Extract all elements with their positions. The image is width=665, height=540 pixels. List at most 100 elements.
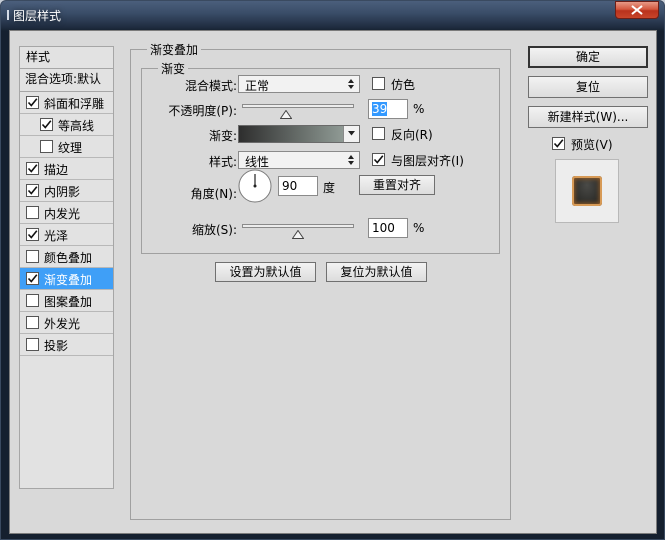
gradient-swatch[interactable] (239, 126, 343, 142)
gradient-dropdown-button[interactable] (343, 126, 359, 142)
effect-label: 光泽 (44, 229, 69, 243)
effect-item[interactable]: 纹理 (20, 136, 113, 158)
opacity-label: 不透明度(P): (168, 104, 237, 118)
blend-mode-label: 混合模式: (184, 79, 237, 93)
reset-alignment-button[interactable]: 重置对齐 (359, 175, 435, 195)
effect-checkbox[interactable] (26, 162, 39, 175)
scale-slider-thumb[interactable] (292, 230, 304, 239)
style-label: 样式: (208, 155, 237, 169)
effect-item[interactable]: 投影 (20, 334, 113, 356)
opacity-input[interactable]: 39 (368, 99, 408, 119)
effect-checkbox[interactable] (40, 140, 53, 153)
effect-label: 颜色叠加 (44, 251, 93, 265)
check-icon (27, 164, 38, 173)
section-title: 渐变叠加 (147, 41, 202, 58)
effect-item[interactable]: 颜色叠加 (20, 246, 113, 268)
app-icon (7, 10, 9, 20)
preview-checkbox[interactable] (552, 137, 565, 150)
dialog-body: 样式 混合选项:默认 斜面和浮雕 等高线 纹理 描边 内阴影 内发光 光泽 颜色叠加 渐变叠加图… (9, 30, 657, 534)
preview-box (555, 159, 619, 223)
opacity-slider[interactable] (242, 104, 354, 108)
effect-checkbox[interactable] (26, 228, 39, 241)
preview-label: 预览(V) (571, 138, 613, 152)
blend-options-label: 混合选项:默认 (25, 72, 102, 86)
reverse-label: 反向(R) (391, 128, 433, 142)
reset-to-default-button[interactable]: 复位为默认值 (326, 262, 427, 282)
angle-input[interactable]: 90 (278, 176, 318, 196)
effect-checkbox[interactable] (26, 184, 39, 197)
align-with-layer-checkbox[interactable] (372, 153, 385, 166)
style-select[interactable]: 线性 (238, 151, 360, 169)
window-title: 图层样式 (13, 9, 62, 23)
angle-label: 角度(N): (190, 187, 237, 201)
gradient-overlay-section: 渐变叠加 渐变 混合模式: 正常 仿色 不透明度(P): 39 % 渐变: 反向… (130, 41, 511, 520)
align-with-layer-label: 与图层对齐(I) (391, 154, 464, 168)
scale-slider[interactable] (242, 224, 354, 228)
styles-list: 样式 混合选项:默认 斜面和浮雕等高线纹理描边内阴影内发光光泽颜色叠加渐变叠加图… (19, 46, 114, 489)
scale-value: 100 (372, 221, 395, 235)
gradient-label: 渐变: (208, 129, 237, 143)
preview-swatch (572, 176, 602, 206)
scale-unit: % (413, 221, 425, 235)
check-icon (27, 98, 38, 107)
check-icon (553, 139, 564, 148)
dither-label: 仿色 (391, 78, 416, 92)
effect-label: 渐变叠加 (44, 273, 93, 287)
effect-item[interactable]: 渐变叠加 (20, 268, 113, 290)
effect-checkbox[interactable] (26, 272, 39, 285)
close-icon (631, 5, 643, 15)
effect-item[interactable]: 等高线 (20, 114, 113, 136)
title-bar[interactable]: 图层样式 (1, 1, 664, 29)
angle-value: 90 (282, 179, 298, 193)
effect-label: 投影 (44, 339, 69, 353)
opacity-unit: % (413, 102, 425, 116)
effect-label: 等高线 (58, 119, 95, 133)
effect-item[interactable]: 内阴影 (20, 180, 113, 202)
effect-checkbox[interactable] (40, 118, 53, 131)
angle-dial[interactable] (238, 169, 272, 203)
effect-label: 外发光 (44, 317, 81, 331)
effect-item[interactable]: 斜面和浮雕 (20, 92, 113, 114)
angle-unit: 度 (323, 181, 336, 195)
reverse-checkbox[interactable] (372, 127, 385, 140)
effect-label: 斜面和浮雕 (44, 97, 105, 111)
effect-item[interactable]: 图案叠加 (20, 290, 113, 312)
dither-checkbox[interactable] (372, 77, 385, 90)
effect-checkbox[interactable] (26, 206, 39, 219)
chevron-down-icon (348, 131, 355, 136)
effect-checkbox[interactable] (26, 316, 39, 329)
scale-input[interactable]: 100 (368, 218, 408, 238)
effect-item[interactable]: 内发光 (20, 202, 113, 224)
effect-checkbox[interactable] (26, 338, 39, 351)
updown-arrow-icon (348, 79, 354, 89)
effect-item[interactable]: 光泽 (20, 224, 113, 246)
effect-checkbox[interactable] (26, 250, 39, 263)
effect-checkbox[interactable] (26, 294, 39, 307)
close-button[interactable] (615, 1, 659, 19)
effect-label: 内发光 (44, 207, 81, 221)
new-style-button[interactable]: 新建样式(W)... (528, 106, 648, 128)
effect-label: 描边 (44, 163, 69, 177)
effect-item[interactable]: 描边 (20, 158, 113, 180)
check-icon (27, 274, 38, 283)
check-icon (41, 120, 52, 129)
styles-header[interactable]: 样式 (20, 47, 113, 69)
blend-mode-select[interactable]: 正常 (238, 75, 360, 93)
effect-checkbox[interactable] (26, 96, 39, 109)
effect-item[interactable]: 外发光 (20, 312, 113, 334)
blend-mode-value: 正常 (245, 79, 270, 93)
effect-label: 纹理 (58, 141, 83, 155)
style-value: 线性 (245, 155, 270, 169)
opacity-slider-thumb[interactable] (279, 110, 292, 119)
layer-style-dialog: 图层样式 样式 混合选项:默认 斜面和浮雕等高线纹理描边内阴影内发光光泽颜色叠加… (0, 0, 665, 540)
reset-button[interactable]: 复位 (528, 76, 648, 98)
ok-button[interactable]: 确定 (528, 46, 648, 68)
effect-label: 图案叠加 (44, 295, 93, 309)
blend-options-item[interactable]: 混合选项:默认 (20, 69, 113, 92)
gradient-picker[interactable] (238, 125, 360, 143)
make-default-button[interactable]: 设置为默认值 (215, 262, 316, 282)
opacity-value: 39 (372, 102, 388, 116)
check-icon (27, 186, 38, 195)
effect-label: 内阴影 (44, 185, 81, 199)
gradient-group-title: 渐变 (158, 60, 189, 77)
